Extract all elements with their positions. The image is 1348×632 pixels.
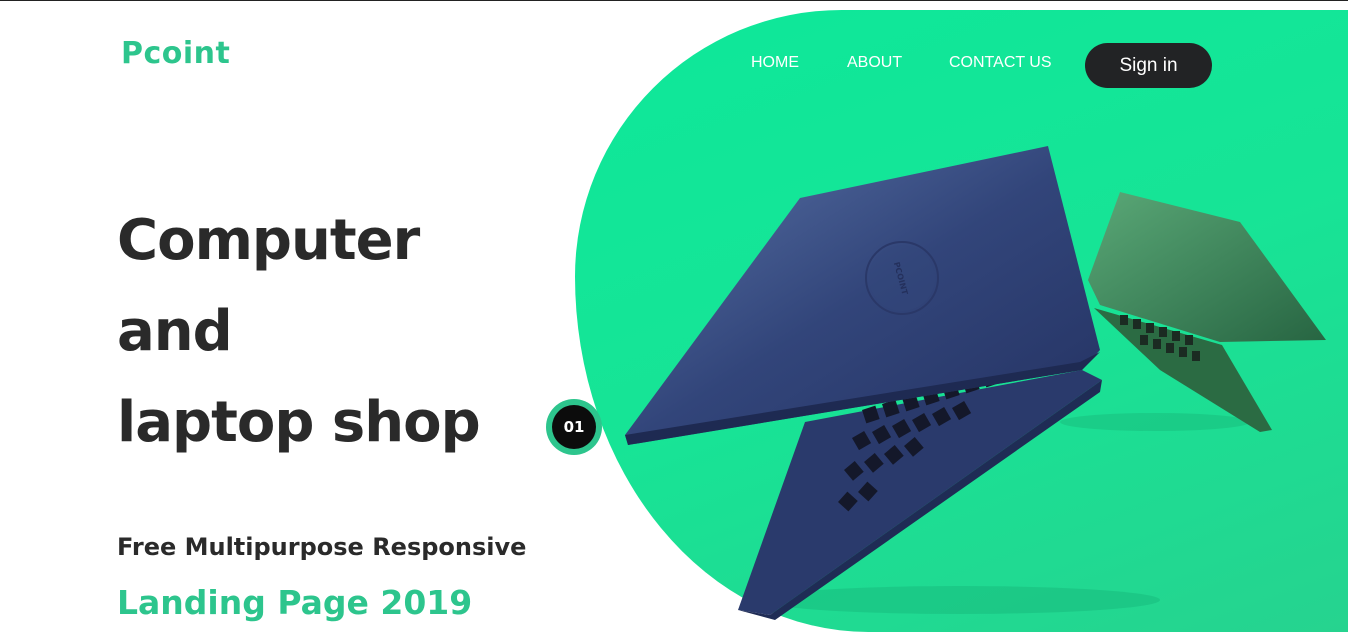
slide-indicator[interactable]: 01 — [546, 399, 602, 455]
hero-title-line-3: laptop shop — [117, 390, 481, 455]
laptop-image-green — [1060, 192, 1326, 432]
sign-in-button[interactable]: Sign in — [1085, 43, 1212, 88]
hero-subtitle-highlight: Landing Page 2019 — [117, 583, 473, 622]
hero-subtitle: Free Multipurpose Responsive — [117, 533, 527, 561]
nav-item-home[interactable]: HOME — [751, 54, 799, 72]
landing-page: Pcoint HOME ABOUT CONTACT US Sign in Com… — [0, 0, 1348, 632]
slide-number: 01 — [552, 405, 596, 449]
nav-item-contact-us[interactable]: CONTACT US — [949, 54, 1052, 72]
laptops-image: PCOINT — [625, 146, 1326, 620]
brand-logo[interactable]: Pcoint — [121, 36, 230, 71]
hero-title: Computer and laptop shop — [117, 195, 481, 468]
hero-title-line-2: and — [117, 299, 233, 364]
hero-title-line-1: Computer — [117, 208, 420, 273]
top-border — [0, 0, 1348, 1]
nav-item-about[interactable]: ABOUT — [847, 54, 902, 72]
laptop-image-blue: PCOINT — [625, 146, 1160, 620]
